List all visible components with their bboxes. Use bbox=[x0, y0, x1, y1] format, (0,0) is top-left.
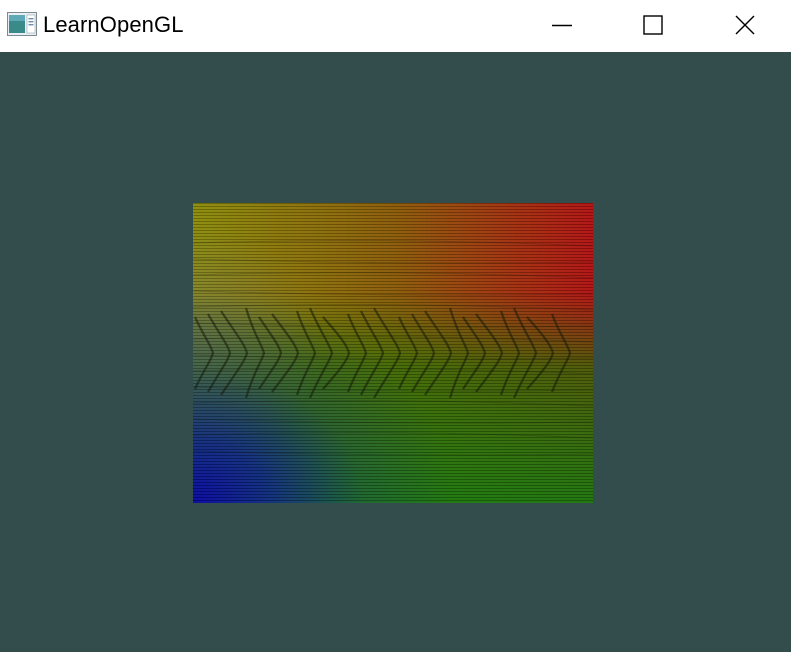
wood-grain-line bbox=[499, 310, 521, 396]
wood-grain-line bbox=[462, 316, 487, 390]
window-title: LearnOpenGL bbox=[43, 12, 184, 37]
wood-grain-line bbox=[512, 307, 538, 399]
wood-grain-line bbox=[526, 316, 555, 390]
app-window-icon[interactable] bbox=[7, 12, 37, 36]
wood-grain-line bbox=[193, 418, 593, 424]
wood-grain-line bbox=[475, 313, 504, 393]
wood-grain-line bbox=[397, 316, 419, 390]
wood-grain-line bbox=[193, 368, 593, 375]
wood-grain-line bbox=[207, 313, 232, 393]
wood-grain-line bbox=[424, 310, 453, 396]
wood-grain-line bbox=[295, 310, 317, 396]
textured-quad bbox=[193, 203, 593, 503]
wood-grain-texture bbox=[193, 240, 593, 456]
wood-grain-line bbox=[193, 400, 593, 407]
wood-grain-line bbox=[258, 316, 283, 390]
wood-grain-line bbox=[308, 307, 334, 399]
close-icon bbox=[735, 15, 755, 35]
wood-grain-line bbox=[193, 240, 593, 247]
wood-grain-line bbox=[373, 307, 402, 399]
wood-grain-line bbox=[193, 354, 593, 360]
minimize-button[interactable] bbox=[516, 0, 608, 50]
maximize-icon bbox=[643, 15, 663, 35]
maximize-button[interactable] bbox=[607, 0, 699, 50]
wood-grain-line bbox=[193, 290, 593, 296]
wood-grain-line bbox=[346, 313, 368, 393]
title-bar[interactable]: LearnOpenGL bbox=[0, 0, 791, 52]
opengl-window: LearnOpenGL bbox=[0, 0, 791, 654]
wood-grain-line bbox=[193, 386, 593, 392]
render-viewport[interactable] bbox=[0, 52, 791, 652]
wood-grain-line bbox=[411, 313, 436, 393]
wood-grain-line bbox=[360, 310, 385, 396]
wood-grain-line bbox=[550, 313, 572, 393]
wood-grain-line bbox=[322, 316, 351, 390]
wood-grain-line bbox=[193, 316, 215, 390]
wood-grain-line bbox=[193, 272, 593, 279]
minimize-icon bbox=[552, 15, 572, 35]
wood-grain-line bbox=[193, 432, 593, 439]
wood-grain-line bbox=[193, 304, 593, 311]
wood-grain-line bbox=[193, 258, 593, 264]
close-button[interactable] bbox=[699, 0, 791, 50]
wood-grain-line bbox=[193, 450, 593, 456]
